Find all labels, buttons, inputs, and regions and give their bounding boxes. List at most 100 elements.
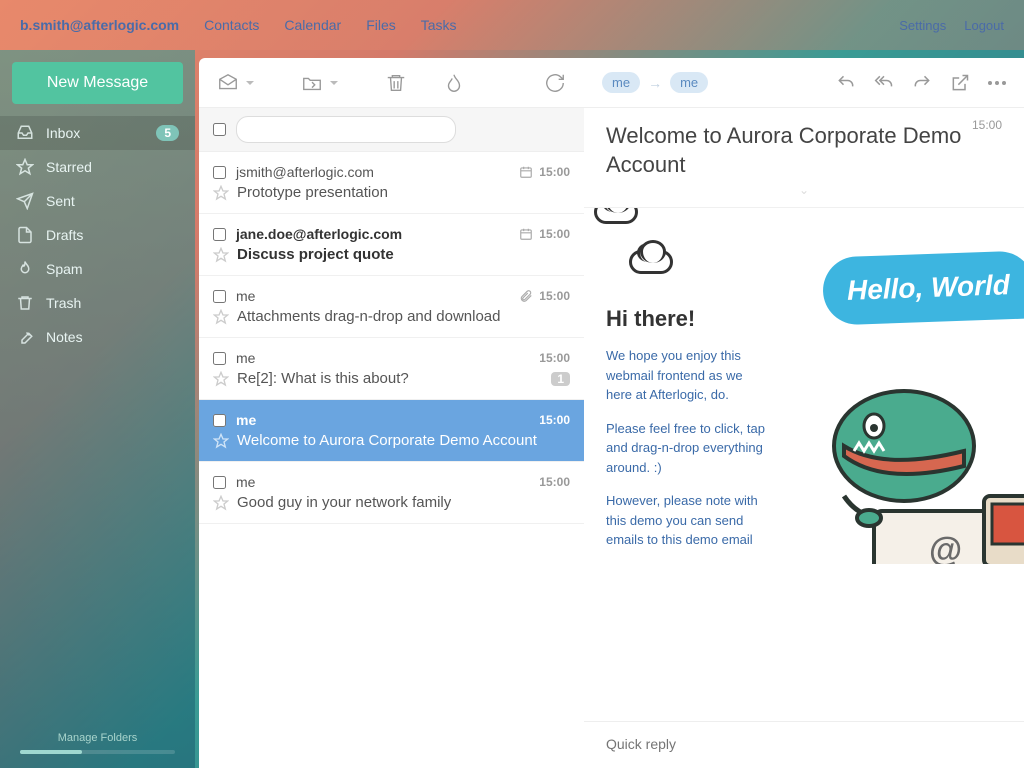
refresh-icon[interactable] bbox=[544, 72, 566, 94]
mark-read-icon[interactable] bbox=[217, 72, 239, 94]
folder-list: Inbox 5 Starred Sent Drafts Spam Tras bbox=[0, 116, 195, 722]
message-sender: me bbox=[236, 350, 255, 366]
chevron-down-icon[interactable] bbox=[329, 78, 339, 88]
body-paragraph: We hope you enjoy this webmail frontend … bbox=[606, 346, 766, 405]
message-checkbox[interactable] bbox=[213, 414, 226, 427]
folder-starred[interactable]: Starred bbox=[0, 150, 195, 184]
message-sender: me bbox=[236, 412, 256, 428]
nav-calendar[interactable]: Calendar bbox=[284, 17, 341, 33]
calendar-icon bbox=[519, 227, 533, 241]
forward-icon[interactable] bbox=[912, 73, 932, 93]
folder-sent[interactable]: Sent bbox=[0, 184, 195, 218]
message-sender: jane.doe@afterlogic.com bbox=[236, 226, 402, 242]
thread-count-badge: 1 bbox=[551, 372, 570, 386]
new-message-button[interactable]: New Message bbox=[12, 62, 183, 104]
folder-drafts[interactable]: Drafts bbox=[0, 218, 195, 252]
message-checkbox[interactable] bbox=[213, 476, 226, 489]
message-time: 15:00 bbox=[539, 227, 570, 241]
message-subject: Discuss project quote bbox=[237, 246, 394, 263]
message-subject: Attachments drag-n-drop and download bbox=[237, 308, 501, 325]
message-item[interactable]: me 15:00 Good guy in your network family bbox=[199, 462, 584, 524]
folder-notes[interactable]: Notes bbox=[0, 320, 195, 354]
message-checkbox[interactable] bbox=[213, 228, 226, 241]
folder-label: Sent bbox=[46, 193, 75, 209]
folder-label: Drafts bbox=[46, 227, 83, 243]
logout-link[interactable]: Logout bbox=[964, 18, 1004, 33]
svg-text:@: @ bbox=[929, 531, 962, 564]
folder-label: Trash bbox=[46, 295, 81, 311]
send-icon bbox=[16, 192, 34, 210]
star-icon[interactable] bbox=[213, 495, 229, 511]
message-subject: Welcome to Aurora Corporate Demo Account bbox=[606, 122, 1002, 179]
message-sender: jsmith@afterlogic.com bbox=[236, 164, 374, 180]
open-external-icon[interactable] bbox=[950, 73, 970, 93]
message-item[interactable]: me15:00Re[2]: What is this about?1 bbox=[199, 338, 584, 400]
reply-icon[interactable] bbox=[836, 73, 856, 93]
delete-icon[interactable] bbox=[385, 72, 407, 94]
search-input[interactable] bbox=[236, 116, 456, 143]
storage-bar bbox=[20, 750, 175, 754]
message-time: 15:00 bbox=[539, 413, 570, 427]
message-item[interactable]: jsmith@afterlogic.com 15:00 Prototype pres… bbox=[199, 152, 584, 214]
message-checkbox[interactable] bbox=[213, 166, 226, 179]
folder-label: Inbox bbox=[46, 125, 80, 141]
quick-reply-input[interactable] bbox=[606, 736, 1002, 752]
message-sender: me bbox=[236, 474, 255, 490]
illustration: Hello, World @ bbox=[766, 226, 1024, 564]
attachment-icon bbox=[519, 289, 533, 303]
search-row bbox=[199, 108, 584, 152]
app-header: b.smith@afterlogic.com Contacts Calendar… bbox=[0, 0, 1024, 50]
body-paragraph: However, please note with this demo you … bbox=[606, 491, 766, 550]
cloud-illustration bbox=[594, 208, 638, 224]
nav-files[interactable]: Files bbox=[366, 17, 396, 33]
folder-spam[interactable]: Spam bbox=[0, 252, 195, 286]
star-icon[interactable] bbox=[213, 185, 229, 201]
more-actions-icon[interactable] bbox=[988, 73, 1006, 93]
message-body: Hi there! We hope you enjoy this webmail… bbox=[584, 208, 1024, 721]
star-icon[interactable] bbox=[213, 247, 229, 263]
from-pill[interactable]: me bbox=[602, 72, 640, 93]
trash-icon bbox=[16, 294, 34, 312]
nav-tasks[interactable]: Tasks bbox=[421, 17, 457, 33]
file-icon bbox=[16, 226, 34, 244]
account-email[interactable]: b.smith@afterlogic.com bbox=[20, 17, 179, 33]
message-item[interactable]: jane.doe@afterlogic.com 15:00 Discuss proj… bbox=[199, 214, 584, 276]
folder-trash[interactable]: Trash bbox=[0, 286, 195, 320]
list-toolbar bbox=[199, 58, 584, 108]
arrow-right-icon: → bbox=[648, 75, 662, 91]
move-folder-icon[interactable] bbox=[301, 72, 323, 94]
sidebar: New Message Inbox 5 Starred Sent Drafts bbox=[0, 50, 195, 768]
message-item[interactable]: me15:00Attachments drag-n-drop and downl… bbox=[199, 276, 584, 338]
body-paragraph: Please feel free to click, tap and drag-… bbox=[606, 419, 766, 478]
message-subject: Welcome to Aurora Corporate Demo Account bbox=[237, 432, 537, 449]
spam-icon[interactable] bbox=[443, 72, 465, 94]
manage-folders-link[interactable]: Manage Folders bbox=[0, 722, 195, 750]
crocodile-illustration: @ bbox=[784, 356, 1024, 564]
message-item[interactable]: me 15:00Welcome to Aurora Corporate Demo … bbox=[199, 400, 584, 462]
message-time: 15:00 bbox=[972, 118, 1002, 132]
message-checkbox[interactable] bbox=[213, 352, 226, 365]
nav-contacts[interactable]: Contacts bbox=[204, 17, 259, 33]
star-icon[interactable] bbox=[213, 309, 229, 325]
star-icon[interactable] bbox=[213, 371, 229, 387]
reply-all-icon[interactable] bbox=[874, 73, 894, 93]
expand-header-icon[interactable]: ⌄ bbox=[606, 183, 1002, 197]
calendar-icon bbox=[519, 165, 533, 179]
chevron-down-icon[interactable] bbox=[245, 78, 255, 88]
star-icon[interactable] bbox=[213, 433, 229, 449]
message-sender: me bbox=[236, 288, 255, 304]
message-subject: Prototype presentation bbox=[237, 184, 388, 201]
settings-link[interactable]: Settings bbox=[899, 18, 946, 33]
message-time: 15:00 bbox=[539, 475, 570, 489]
to-pill[interactable]: me bbox=[670, 72, 708, 93]
quick-reply-box bbox=[584, 721, 1024, 768]
folder-label: Starred bbox=[46, 159, 92, 175]
message-subject: Good guy in your network family bbox=[237, 494, 451, 511]
reading-pane: me → me 15:00 Welcome to Aurora Corporat… bbox=[584, 58, 1024, 768]
message-checkbox[interactable] bbox=[213, 290, 226, 303]
select-all-checkbox[interactable] bbox=[213, 123, 226, 136]
message-time: 15:00 bbox=[539, 165, 570, 179]
folder-inbox[interactable]: Inbox 5 bbox=[0, 116, 195, 150]
folder-label: Notes bbox=[46, 329, 83, 345]
cloud-illustration bbox=[629, 250, 673, 274]
